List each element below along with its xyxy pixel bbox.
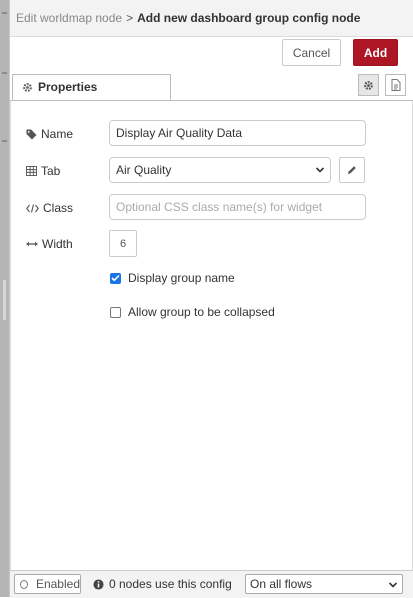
gear-icon (364, 80, 373, 90)
scope-select[interactable]: On all flows (245, 574, 403, 594)
breadcrumb-previous[interactable]: Edit worldmap node (16, 11, 122, 25)
tab-label-text: Tab (41, 164, 61, 178)
canvas-edge (0, 0, 10, 597)
tab-properties[interactable]: Properties (12, 74, 171, 100)
info-icon (93, 578, 104, 590)
display-group-name-label: Display group name (128, 271, 235, 285)
canvas-mark (2, 140, 7, 142)
tab-properties-label: Properties (38, 80, 98, 94)
allow-collapse-label: Allow group to be collapsed (128, 305, 275, 319)
class-label: Class (26, 194, 73, 222)
name-row: Name Display Air Quality Data (11, 120, 412, 148)
node-usage: 0 nodes use this config (93, 571, 232, 597)
allow-collapse-checkbox[interactable] (110, 306, 121, 318)
tray-footer: Enabled 0 nodes use this config On all f… (10, 570, 413, 598)
tab-bar: Properties (10, 71, 413, 101)
cancel-button[interactable]: Cancel (282, 39, 341, 66)
tray-header: Edit worldmap node > Add new dashboard g… (10, 0, 413, 37)
table-icon (26, 166, 37, 176)
gear-icon (23, 82, 32, 92)
breadcrumb-separator: > (126, 11, 134, 25)
name-label: Name (26, 120, 73, 148)
width-picker[interactable]: 6 (109, 230, 137, 257)
width-label-text: Width (42, 237, 73, 251)
arrows-h-icon (26, 241, 38, 247)
scope-select-value: On all flows (250, 577, 313, 591)
width-row: Width 6 (11, 230, 412, 258)
tab-row: Tab Air Quality (11, 157, 412, 185)
class-label-text: Class (43, 201, 74, 215)
width-label: Width (26, 230, 73, 258)
pencil-icon (348, 166, 356, 174)
chevron-down-icon (315, 167, 325, 173)
name-input[interactable]: Display Air Quality Data (109, 120, 366, 146)
canvas-mark (2, 12, 7, 14)
chevron-down-icon (388, 582, 398, 588)
tag-icon (26, 128, 37, 140)
class-row: Class Optional CSS class name(s) for wid… (11, 194, 412, 222)
canvas-mark (2, 72, 7, 74)
page-title: Add new dashboard group config node (137, 11, 361, 25)
code-icon (26, 203, 39, 213)
tab-label: Tab (26, 157, 60, 185)
properties-panel: Name Display Air Quality Data Tab Air Qu… (10, 101, 413, 570)
node-usage-text: 0 nodes use this config (109, 577, 232, 591)
name-label-text: Name (41, 127, 74, 141)
add-button[interactable]: Add (353, 39, 398, 66)
tab-settings[interactable] (358, 74, 379, 96)
check-icon (111, 274, 120, 282)
resize-grip[interactable] (3, 280, 6, 320)
toggle-circle-icon (20, 579, 28, 589)
edit-tab-button[interactable] (339, 157, 365, 183)
document-icon (391, 79, 400, 91)
display-group-name-checkbox[interactable] (110, 272, 121, 284)
enabled-label: Enabled (35, 577, 80, 591)
tab-select[interactable]: Air Quality (109, 157, 331, 183)
tab-select-value: Air Quality (116, 163, 172, 177)
display-group-name-option[interactable]: Display group name (110, 269, 235, 287)
enabled-toggle[interactable]: Enabled (14, 574, 81, 594)
tray-buttons: Cancel Add (10, 37, 413, 70)
class-input[interactable]: Optional CSS class name(s) for widget (109, 194, 366, 220)
tab-description[interactable] (385, 74, 406, 96)
allow-collapse-option[interactable]: Allow group to be collapsed (110, 303, 275, 321)
